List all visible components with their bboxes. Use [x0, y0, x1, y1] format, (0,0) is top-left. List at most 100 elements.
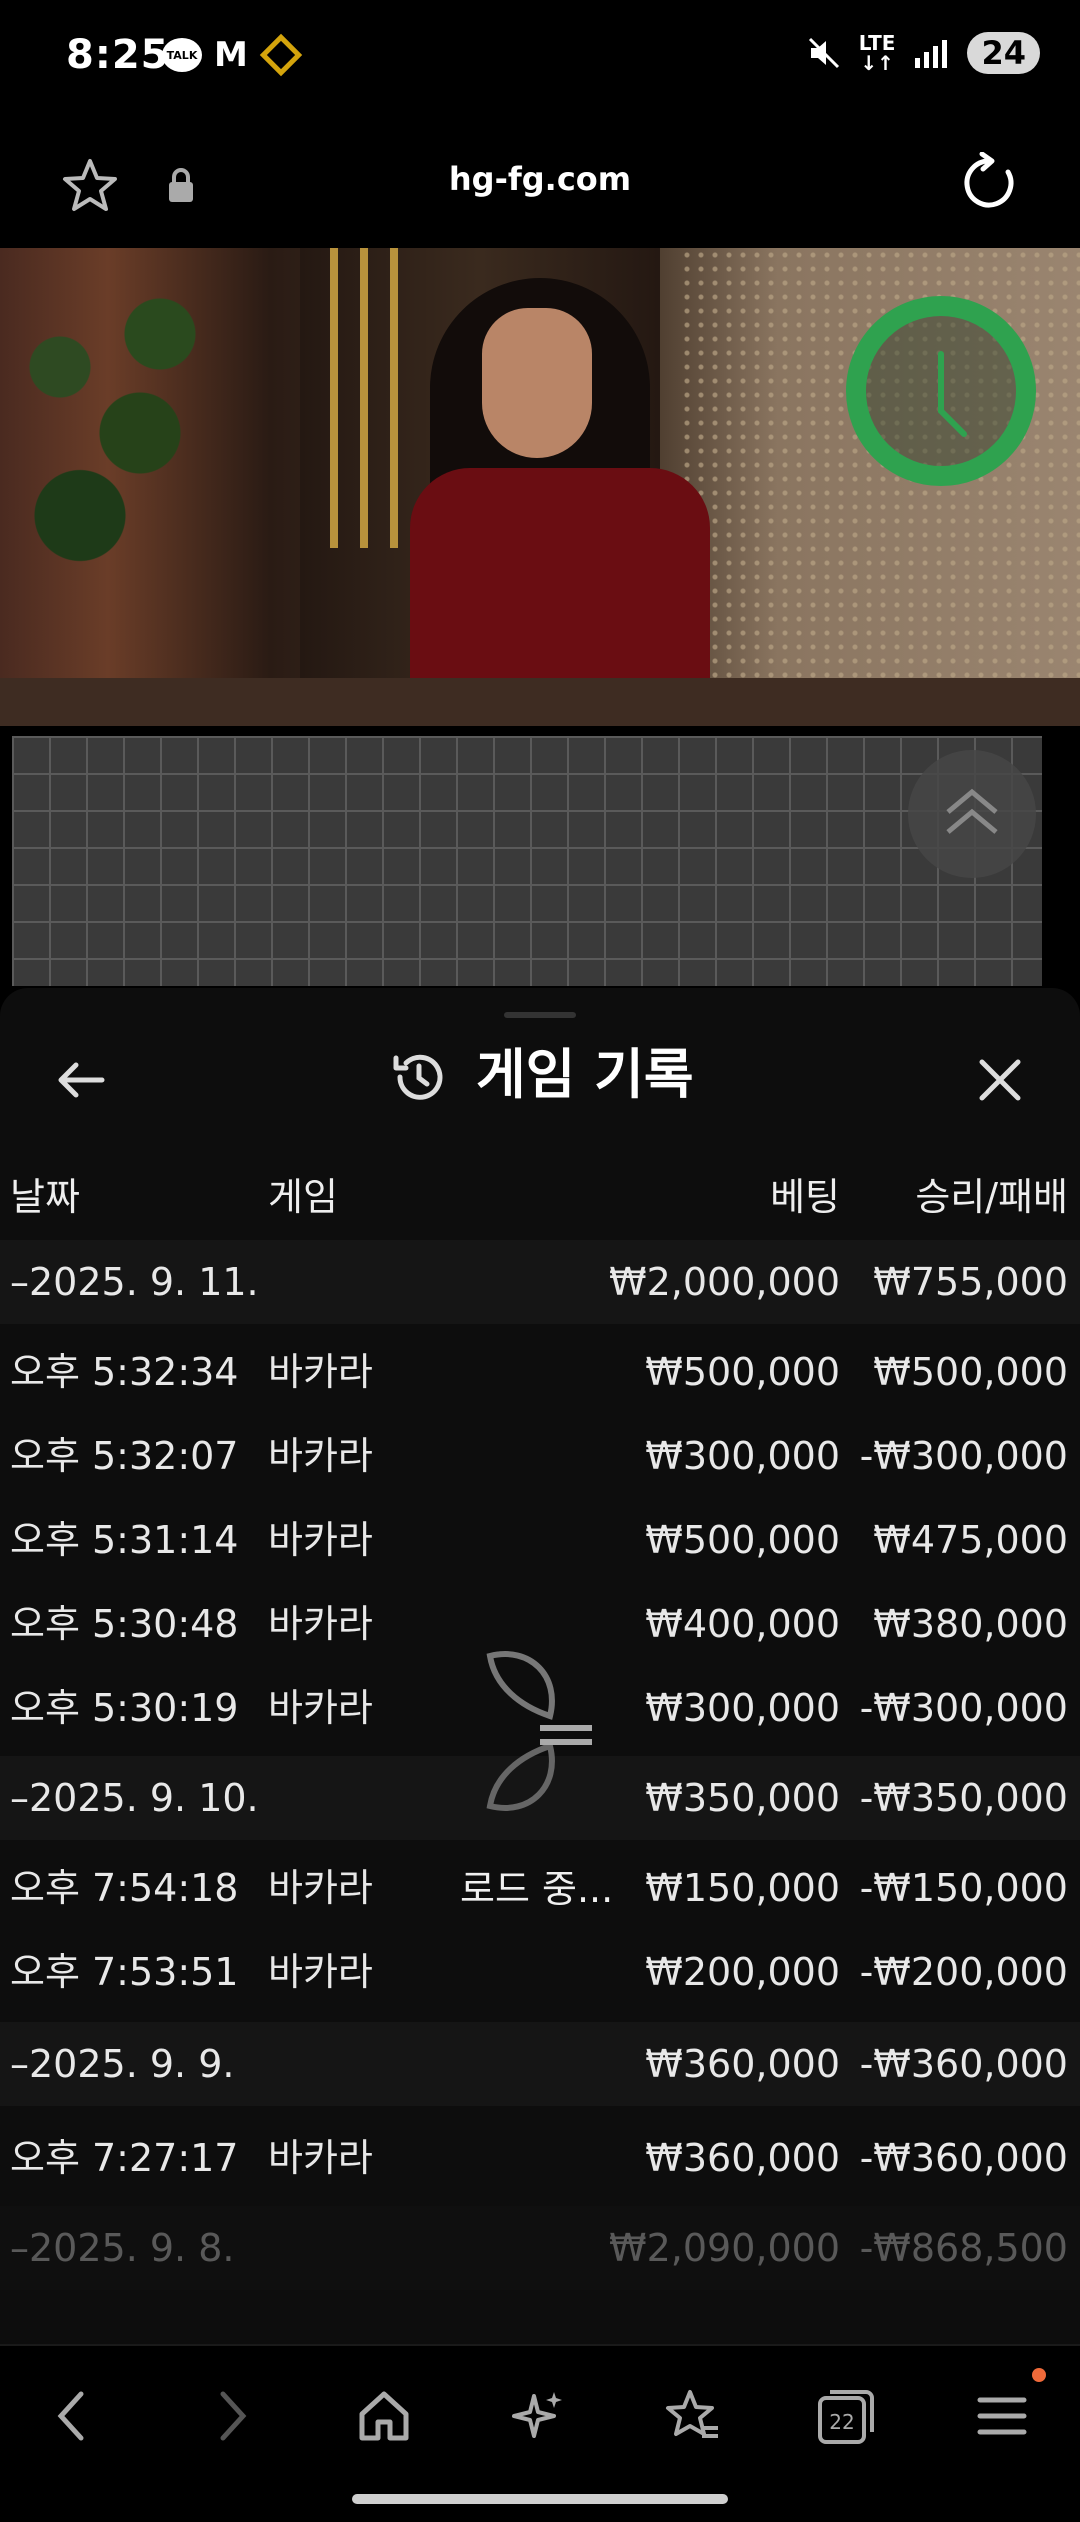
row-bet: ₩300,000 — [645, 1434, 840, 1478]
tabs-count: 22 — [829, 2410, 854, 2434]
row-bet: ₩360,000 — [645, 2136, 840, 2180]
row-date: 오후 5:31:14 — [10, 1518, 239, 1562]
row-game: 바카라 — [268, 1602, 373, 1646]
row-date: 오후 5:30:19 — [10, 1686, 239, 1730]
row-game: 바카라 — [268, 1866, 373, 1910]
gold-panel — [360, 248, 368, 548]
row-game: 바카라 — [268, 1350, 373, 1394]
row-bet: ₩200,000 — [645, 1950, 840, 1994]
plants-decoration — [0, 268, 200, 598]
row-date: 오후 5:32:07 — [10, 1434, 239, 1478]
game-row[interactable]: 오후 5:31:14 바카라 ₩500,000 ₩475,000 — [0, 1498, 1080, 1582]
nav-back-button[interactable] — [32, 2376, 112, 2456]
column-header-date: 날짜 — [10, 1175, 80, 1219]
nav-forward-button[interactable] — [192, 2376, 272, 2456]
lte-indicator: LTE ↓↑ — [858, 31, 896, 75]
row-bet: ₩500,000 — [645, 1518, 840, 1562]
game-row[interactable]: 오후 7:27:17 바카라 ₩360,000 -₩360,000 — [0, 2116, 1080, 2200]
row-game: 바카라 — [268, 1950, 373, 1994]
countdown-timer — [846, 296, 1036, 486]
row-bet: ₩360,000 — [645, 2042, 840, 2086]
reload-icon[interactable] — [958, 152, 1020, 214]
expand-up-button[interactable] — [908, 750, 1036, 878]
row-win-loss: -₩300,000 — [859, 1434, 1068, 1478]
row-bet: ₩500,000 — [645, 1350, 840, 1394]
gold-panel — [330, 248, 338, 548]
date-group-row[interactable]: –2025. 9. 9. ₩360,000 -₩360,000 — [0, 2022, 1080, 2106]
bookmarks-star-icon — [666, 2390, 718, 2438]
tabs-icon: 22 — [818, 2390, 874, 2444]
clock-icon — [938, 351, 967, 437]
row-bet: ₩2,000,000 — [609, 1260, 840, 1304]
nav-menu-button[interactable] — [962, 2376, 1042, 2456]
menu-icon — [977, 2397, 1027, 2435]
status-notification-icons: TALK M — [162, 33, 303, 77]
nav-home-button[interactable] — [344, 2376, 424, 2456]
home-icon — [359, 2391, 409, 2441]
chevron-right-icon — [220, 2391, 247, 2441]
row-game: 바카라 — [268, 1518, 373, 1562]
gold-panel — [390, 248, 398, 548]
binance-icon — [259, 33, 303, 77]
row-game: 바카라 — [268, 1686, 373, 1730]
sheet-drag-handle[interactable] — [504, 1012, 576, 1018]
row-win-loss: -₩150,000 — [859, 1866, 1068, 1910]
row-date: 오후 5:32:34 — [10, 1350, 239, 1394]
row-bet: ₩2,090,000 — [609, 2226, 840, 2270]
row-game: 바카라 — [268, 2136, 373, 2180]
kakaotalk-icon: TALK — [162, 38, 202, 72]
sparkle-icon — [512, 2392, 562, 2438]
nav-ai-button[interactable] — [498, 2376, 578, 2456]
network-label: LTE — [858, 31, 896, 55]
row-date: 오후 7:54:18 — [10, 1866, 239, 1910]
date-group-row[interactable]: –2025. 9. 8. ₩2,090,000 -₩868,500 — [0, 2206, 1080, 2290]
column-header-win-loss: 승리/패배 — [915, 1175, 1068, 1219]
nav-bookmarks-button[interactable] — [652, 2376, 732, 2456]
row-bet: ₩300,000 — [645, 1686, 840, 1730]
mute-icon — [808, 37, 839, 69]
menu-notification-dot — [1032, 2368, 1046, 2382]
row-date: –2025. 9. 8. — [10, 2226, 235, 2270]
game-row[interactable]: 오후 5:32:34 바카라 ₩500,000 ₩500,000 — [0, 1330, 1080, 1414]
url-bar[interactable]: hg-fg.com — [0, 160, 1080, 198]
row-date: –2025. 9. 11. — [10, 1260, 259, 1304]
row-date: 오후 5:30:48 — [10, 1602, 239, 1646]
dealer-dress — [410, 468, 710, 708]
close-icon[interactable] — [970, 1050, 1030, 1110]
row-date: 오후 7:53:51 — [10, 1950, 239, 1994]
row-win-loss: -₩350,000 — [859, 1776, 1068, 1820]
column-header-game: 게임 — [268, 1175, 338, 1219]
signal-icon — [915, 40, 948, 68]
row-win-loss: ₩380,000 — [873, 1602, 1068, 1646]
battery-indicator: 24 — [967, 32, 1040, 74]
nav-tabs-button[interactable]: 22 — [806, 2376, 886, 2456]
row-date: –2025. 9. 9. — [10, 2042, 235, 2086]
game-row[interactable]: 오후 7:53:51 바카라 ₩200,000 -₩200,000 — [0, 1930, 1080, 2014]
status-system-icons: LTE ↓↑ 24 — [807, 32, 1040, 74]
chevron-left-icon — [57, 2391, 84, 2441]
row-win-loss: ₩500,000 — [873, 1350, 1068, 1394]
date-group-row[interactable]: –2025. 9. 11. ₩2,000,000 ₩755,000 — [0, 1240, 1080, 1324]
row-win-loss: ₩755,000 — [873, 1260, 1068, 1304]
card-table — [0, 678, 1080, 726]
history-icon — [393, 1054, 443, 1100]
status-time: 8:25 — [66, 32, 170, 78]
home-indicator[interactable] — [352, 2494, 728, 2504]
row-date: 오후 7:27:17 — [10, 2136, 239, 2180]
row-win-loss: -₩360,000 — [859, 2042, 1068, 2086]
loading-spinner-icon — [486, 1651, 592, 1811]
back-arrow-icon[interactable] — [52, 1050, 112, 1110]
game-row[interactable]: 오후 5:32:07 바카라 ₩300,000 -₩300,000 — [0, 1414, 1080, 1498]
sheet-title: 게임 기록 — [476, 1043, 694, 1106]
row-win-loss: -₩868,500 — [859, 2226, 1068, 2270]
row-bet: ₩150,000 — [645, 1866, 840, 1910]
row-win-loss: -₩200,000 — [859, 1950, 1068, 1994]
column-header-bet: 베팅 — [770, 1175, 840, 1219]
row-date: –2025. 9. 10. — [10, 1776, 259, 1820]
row-win-loss: -₩300,000 — [859, 1686, 1068, 1730]
row-win-loss: ₩475,000 — [873, 1518, 1068, 1562]
row-game: 바카라 — [268, 1434, 373, 1478]
gmail-icon: M — [214, 35, 248, 75]
row-bet: ₩350,000 — [645, 1776, 840, 1820]
dealer-face — [482, 308, 592, 458]
